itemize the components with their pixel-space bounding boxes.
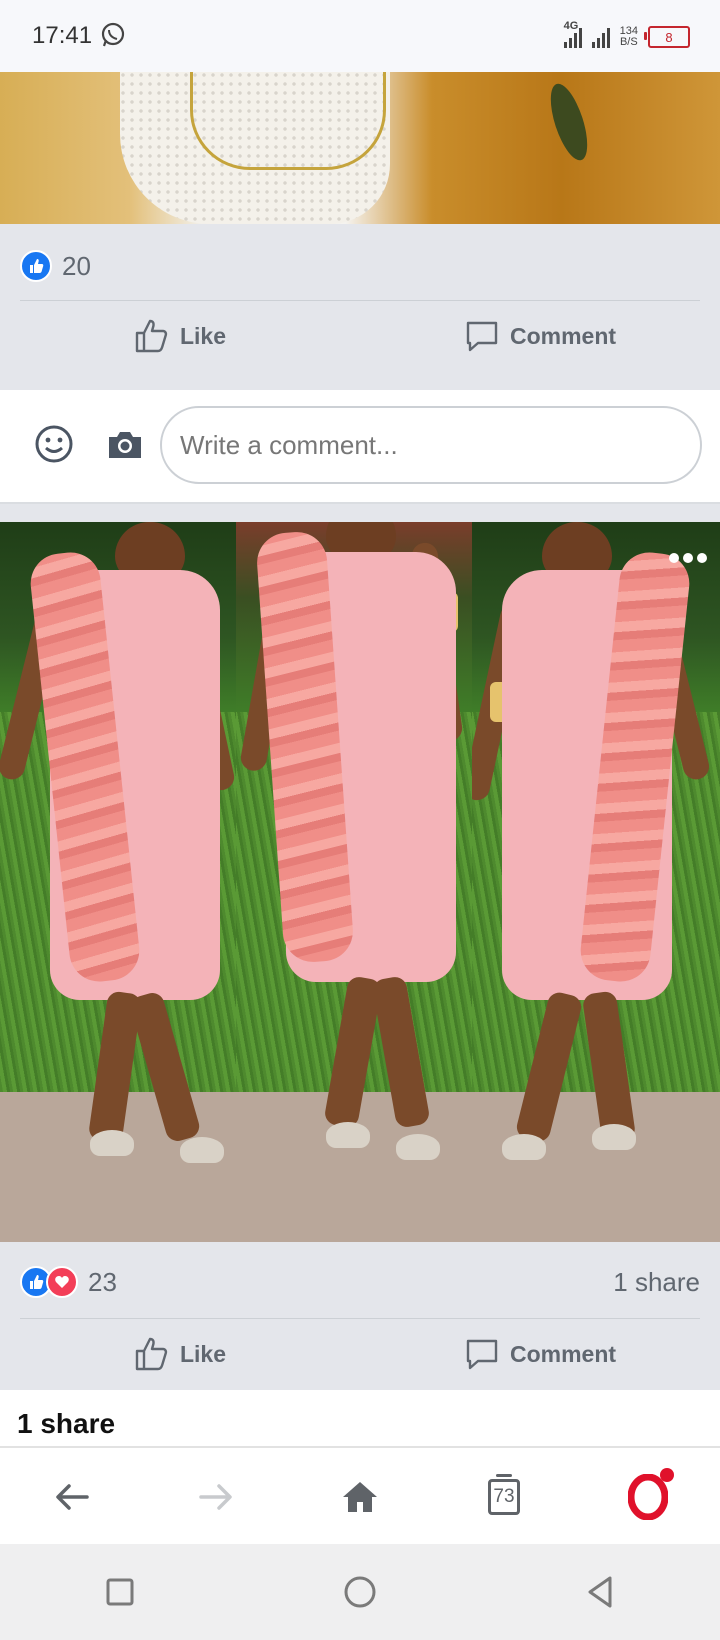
emoji-icon[interactable] <box>34 424 74 464</box>
photo-panel-3 <box>472 522 720 1242</box>
divider <box>20 300 700 301</box>
like-reaction-icon <box>20 250 52 282</box>
signal-icon: 4G <box>563 20 582 48</box>
leaf-decoration <box>543 79 595 165</box>
system-nav-bar <box>0 1544 720 1640</box>
opera-menu-button[interactable] <box>576 1448 720 1546</box>
post1-like-button[interactable]: Like <box>0 306 360 366</box>
model-figure-3 <box>472 522 712 1242</box>
post2-like-button[interactable]: Like <box>0 1324 360 1384</box>
feed-separator <box>0 504 720 522</box>
back-arrow-icon <box>56 1484 89 1510</box>
post2-image[interactable] <box>0 522 720 1242</box>
opera-icon <box>627 1468 674 1521</box>
tabs-icon: 73 <box>488 1474 520 1515</box>
recents-button[interactable] <box>0 1544 240 1640</box>
post1-reaction-count: 20 <box>62 250 91 281</box>
post1-comment-button[interactable]: Comment <box>360 306 720 366</box>
divider <box>20 1318 700 1319</box>
browser-toolbar: 73 <box>0 1446 720 1546</box>
post2-footer: 23 1 share Like Comment <box>0 1242 720 1390</box>
whatsapp-icon <box>101 22 125 47</box>
back-nav-button[interactable] <box>480 1544 720 1640</box>
signal-icon-2 <box>591 26 610 48</box>
battery-icon: 8 <box>644 26 690 48</box>
home-icon <box>343 1482 377 1512</box>
battery-level: 8 <box>665 29 673 45</box>
notification-dot <box>660 1468 674 1482</box>
post1-like-label: Like <box>179 322 227 349</box>
thumbs-up-icon <box>135 319 168 353</box>
home-nav-button[interactable] <box>240 1544 480 1640</box>
model-figure-2 <box>238 522 466 1242</box>
photo-panel-1 <box>0 522 236 1242</box>
back-triangle-icon <box>588 1576 612 1608</box>
love-reaction-icon <box>46 1266 78 1298</box>
status-time: 17:41 <box>32 22 93 49</box>
home-button[interactable] <box>288 1448 432 1546</box>
comment-input[interactable] <box>160 406 702 484</box>
post1-reactions[interactable]: 20 <box>20 244 700 288</box>
more-options-icon[interactable] <box>668 552 708 564</box>
post2-actions: Like Comment <box>0 1324 720 1384</box>
tabs-count: 73 <box>493 1486 515 1507</box>
forward-arrow-icon <box>199 1484 232 1510</box>
model-figure-1 <box>0 522 236 1242</box>
tabs-button[interactable]: 73 <box>432 1448 576 1546</box>
comment-bubble-icon <box>466 1339 498 1370</box>
post1-footer: 20 Like Comment <box>0 224 720 390</box>
camera-icon[interactable] <box>106 428 144 462</box>
home-circle-icon <box>344 1576 376 1608</box>
post2-comment-button[interactable]: Comment <box>360 1324 720 1384</box>
post2-reaction-count: 23 <box>88 1266 117 1297</box>
shares-title: 1 share <box>17 1408 116 1439</box>
post2-reactions[interactable]: 23 1 share <box>20 1260 700 1304</box>
thumbs-up-icon <box>135 1337 168 1371</box>
status-bar: 17:41 4G 134 B/S 8 <box>0 0 720 72</box>
post2-comment-label: Comment <box>509 1340 617 1367</box>
post1-image[interactable] <box>0 72 720 224</box>
forward-button[interactable] <box>144 1448 288 1546</box>
photo-panel-2 <box>236 522 472 1242</box>
post1-actions: Like Comment <box>0 306 720 366</box>
network-speed: 134 B/S <box>620 26 638 48</box>
gold-chain <box>190 72 386 170</box>
back-button[interactable] <box>0 1448 144 1546</box>
comment-bubble-icon <box>466 321 498 352</box>
speed-unit: B/S <box>619 36 638 48</box>
network-type: 4G <box>563 20 579 32</box>
post2-like-label: Like <box>179 1340 227 1367</box>
status-indicators: 4G 134 B/S 8 <box>563 20 690 52</box>
post1-comment-label: Comment <box>509 322 617 349</box>
recents-icon <box>106 1578 134 1606</box>
post2-share-count[interactable]: 1 share <box>613 1267 700 1298</box>
